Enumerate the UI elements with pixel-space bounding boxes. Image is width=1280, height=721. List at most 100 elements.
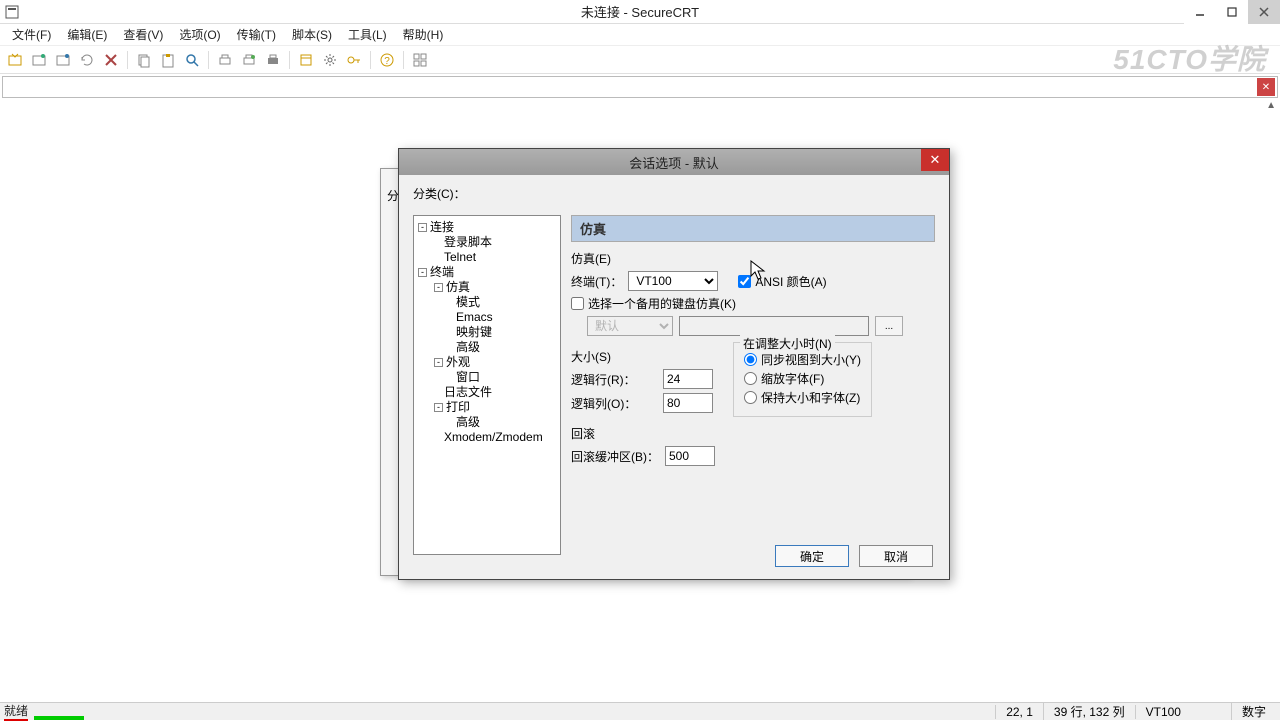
tree-connect[interactable]: -连接 — [416, 220, 558, 235]
dialog-title-bar[interactable]: 会话选项 - 默认 ✕ — [399, 149, 949, 175]
tile-icon[interactable] — [409, 49, 431, 71]
quick-connect-icon[interactable] — [4, 49, 26, 71]
toolbar-separator — [403, 51, 404, 69]
logical-cols-input[interactable] — [663, 393, 713, 413]
toolbar-separator — [370, 51, 371, 69]
menu-options[interactable]: 选项(O) — [171, 24, 228, 45]
disconnect-icon[interactable] — [100, 49, 122, 71]
collapse-icon[interactable]: - — [434, 403, 443, 412]
tree-printing[interactable]: -打印 — [416, 400, 558, 415]
print-screen-icon[interactable] — [238, 49, 260, 71]
size-group-label: 大小(S) — [571, 348, 713, 365]
find-icon[interactable] — [181, 49, 203, 71]
tree-xmodem[interactable]: Xmodem/Zmodem — [416, 430, 558, 445]
session-options-dialog: 会话选项 - 默认 ✕ 分类(C)： -连接 登录脚本 Telnet -终端 -… — [398, 148, 950, 580]
logical-cols-label: 逻辑列(O)： — [571, 395, 657, 412]
menu-file[interactable]: 文件(F) — [4, 24, 59, 45]
ansi-color-input[interactable] — [738, 275, 751, 288]
app-icon — [4, 4, 20, 20]
tree-emacs[interactable]: Emacs — [416, 310, 558, 325]
menu-script[interactable]: 脚本(S) — [284, 24, 340, 45]
tree-mode[interactable]: 模式 — [416, 295, 558, 310]
category-tree[interactable]: -连接 登录脚本 Telnet -终端 -仿真 模式 Emacs 映射键 高级 … — [413, 215, 561, 555]
status-numlock: 数字 — [1231, 703, 1276, 720]
settings-icon[interactable] — [319, 49, 341, 71]
status-indicator — [34, 716, 84, 720]
cancel-button[interactable]: 取消 — [859, 545, 933, 567]
toolbar-separator — [127, 51, 128, 69]
toolbar-separator — [208, 51, 209, 69]
category-label: 分类(C)： — [413, 185, 935, 202]
toolbar-separator — [289, 51, 290, 69]
terminal-label: 终端(T)： — [571, 273, 622, 290]
connect-icon[interactable] — [28, 49, 50, 71]
status-position: 22, 1 — [995, 705, 1043, 719]
print-icon[interactable] — [262, 49, 284, 71]
tree-appearance[interactable]: -外观 — [416, 355, 558, 370]
connect-sftp-icon[interactable] — [52, 49, 74, 71]
dialog-close-button[interactable]: ✕ — [921, 149, 949, 171]
collapse-icon[interactable]: - — [418, 223, 427, 232]
help-icon[interactable]: ? — [376, 49, 398, 71]
ansi-color-checkbox[interactable]: ANSI 颜色(A) — [738, 273, 826, 290]
alt-keyboard-input[interactable] — [571, 297, 584, 310]
window-title: 未连接 - SecureCRT — [581, 2, 699, 21]
status-size: 39 行, 132 列 — [1043, 703, 1135, 720]
scrollback-input[interactable] — [665, 446, 715, 466]
tree-login-script[interactable]: 登录脚本 — [416, 235, 558, 250]
scrollback-label: 回滚缓冲区(B)： — [571, 448, 659, 465]
menu-help[interactable]: 帮助(H) — [395, 24, 452, 45]
tree-window[interactable]: 窗口 — [416, 370, 558, 385]
title-bar: 未连接 - SecureCRT — [0, 0, 1280, 24]
menu-tools[interactable]: 工具(L) — [340, 24, 395, 45]
session-bar[interactable]: ✕ — [2, 76, 1278, 98]
collapse-icon[interactable]: - — [434, 358, 443, 367]
browse-button[interactable]: ... — [875, 316, 903, 336]
keep-size-radio[interactable]: 保持大小和字体(Z) — [744, 389, 861, 406]
resize-group-label: 在调整大小时(N) — [740, 335, 835, 352]
keyboard-path-input — [679, 316, 869, 336]
logical-rows-input[interactable] — [663, 369, 713, 389]
collapse-icon[interactable]: - — [418, 268, 427, 277]
panel-header: 仿真 — [571, 215, 935, 242]
terminal-select[interactable]: VT100 — [628, 271, 718, 291]
key-icon[interactable] — [343, 49, 365, 71]
dialog-title: 会话选项 - 默认 — [629, 153, 719, 172]
close-window-button[interactable] — [1248, 0, 1280, 24]
tree-advanced2[interactable]: 高级 — [416, 415, 558, 430]
alt-keyboard-checkbox[interactable]: 选择一个备用的键盘仿真(K) — [571, 295, 736, 312]
ansi-color-label: ANSI 颜色(A) — [755, 273, 826, 290]
session-bar-close-icon[interactable]: ✕ — [1257, 78, 1275, 96]
status-bar: 就绪 22, 1 39 行, 132 列 VT100 数字 — [0, 702, 1280, 720]
sync-view-radio[interactable]: 同步视图到大小(Y) — [744, 351, 861, 368]
tree-mapped-keys[interactable]: 映射键 — [416, 325, 558, 340]
tree-telnet[interactable]: Telnet — [416, 250, 558, 265]
toolbar: ? — [0, 46, 1280, 74]
collapse-icon[interactable]: - — [434, 283, 443, 292]
scroll-up-icon[interactable]: ▲ — [1266, 100, 1276, 111]
tree-advanced1[interactable]: 高级 — [416, 340, 558, 355]
tree-emulation[interactable]: -仿真 — [416, 280, 558, 295]
menu-view[interactable]: 查看(V) — [115, 24, 171, 45]
properties-icon[interactable] — [295, 49, 317, 71]
paste-icon[interactable] — [157, 49, 179, 71]
status-ready: 就绪 — [4, 702, 28, 721]
logical-rows-label: 逻辑行(R)： — [571, 371, 657, 388]
menu-edit[interactable]: 编辑(E) — [59, 24, 115, 45]
minimize-button[interactable] — [1184, 0, 1216, 24]
status-terminal: VT100 — [1135, 705, 1191, 719]
tree-terminal[interactable]: -终端 — [416, 265, 558, 280]
menu-bar: 文件(F) 编辑(E) 查看(V) 选项(O) 传输(T) 脚本(S) 工具(L… — [0, 24, 1280, 46]
alt-keyboard-label: 选择一个备用的键盘仿真(K) — [588, 295, 736, 312]
emulation-group-label: 仿真(E) — [571, 250, 935, 267]
tree-logfile[interactable]: 日志文件 — [416, 385, 558, 400]
svg-text:?: ? — [384, 56, 390, 67]
maximize-button[interactable] — [1216, 0, 1248, 24]
menu-transfer[interactable]: 传输(T) — [229, 24, 284, 45]
print-setup-icon[interactable] — [214, 49, 236, 71]
reconnect-icon[interactable] — [76, 49, 98, 71]
copy-icon[interactable] — [133, 49, 155, 71]
watermark-logo: 51CTO学院 — [1113, 38, 1266, 78]
scale-font-radio[interactable]: 缩放字体(F) — [744, 370, 861, 387]
ok-button[interactable]: 确定 — [775, 545, 849, 567]
